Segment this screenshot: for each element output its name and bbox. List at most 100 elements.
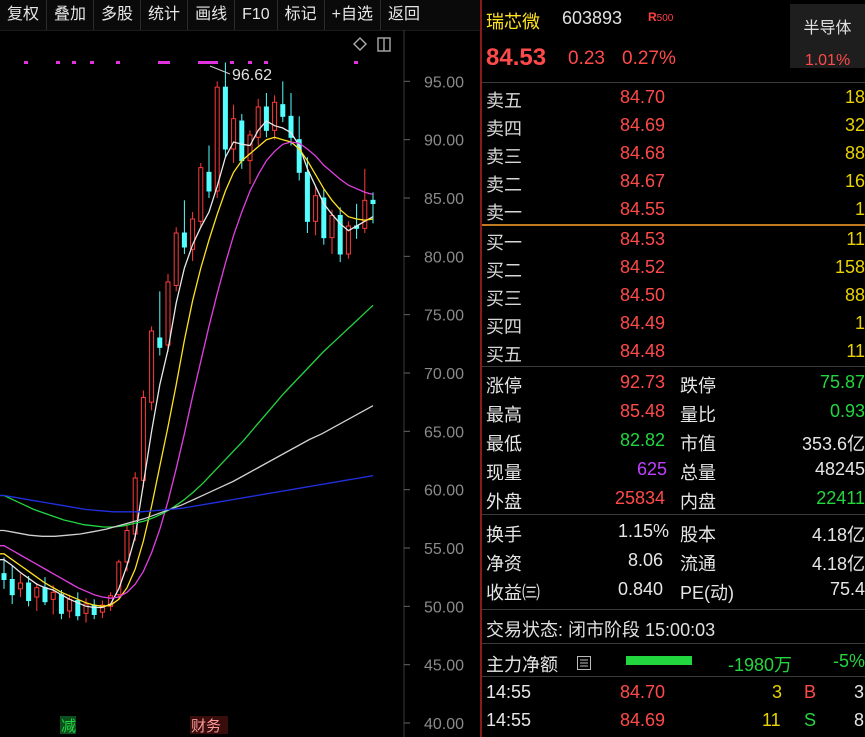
main-flow-pct: -5%	[832, 651, 865, 671]
ma-line	[0, 475, 374, 513]
toolbar-fuquan-button[interactable]: 复权	[0, 0, 48, 30]
stats-row: 净资 8.06 流通 4.18亿	[482, 546, 865, 575]
high-value: 85.48	[620, 401, 666, 421]
candle-up	[34, 587, 40, 598]
share-cap-label: 股本	[680, 525, 716, 545]
vol-ratio-label: 量比	[680, 405, 716, 425]
ask-row[interactable]: 卖一 84.55 1	[482, 196, 865, 224]
y-tick-label: 45.00	[424, 658, 464, 675]
tick-volume: 11	[762, 710, 781, 730]
turnover-label: 换手	[486, 525, 522, 545]
r-badge-letter: R	[648, 10, 657, 24]
ask-row[interactable]: 卖二 84.67 16	[482, 168, 865, 196]
stock-name[interactable]: 瑞芯微	[486, 8, 540, 34]
candle-up	[165, 281, 171, 346]
marker-dot	[116, 61, 120, 64]
bid-volume: 1	[854, 313, 865, 333]
candle-up	[67, 598, 73, 612]
event-badge-jian[interactable]: 减	[60, 716, 76, 735]
ask-volume: 1	[854, 199, 865, 219]
tick-price: 84.69	[620, 710, 666, 730]
marker-dot	[230, 61, 234, 64]
bid-volume: 11	[846, 341, 865, 361]
low-value: 82.82	[620, 430, 666, 450]
candle-down	[157, 337, 163, 348]
eps-value: 0.840	[618, 579, 664, 599]
y-tick-label: 70.00	[424, 366, 464, 383]
bid-row[interactable]: 买三 84.50 88	[482, 282, 865, 310]
last-price: 84.53	[486, 44, 547, 71]
candle-up	[50, 591, 56, 600]
y-tick-label: 65.00	[424, 424, 464, 441]
ma-line	[0, 304, 374, 528]
vol-ratio-value: 0.93	[829, 401, 865, 421]
eps-label: 收益㈢	[486, 583, 540, 603]
kline-chart[interactable]: 95.00 90.00 85.00 80.00 75.00 70.00 65.00 60.00…	[0, 30, 481, 737]
toolbar-multi-stock-button[interactable]: 多股	[94, 0, 142, 30]
ask-price: 84.55	[620, 199, 666, 219]
stats-row: 外盘 25834 内盘 22411	[482, 484, 865, 513]
float-value: 4.18亿	[811, 554, 865, 574]
toolbar-overlay-button[interactable]: 叠加	[47, 0, 95, 30]
trading-status-label: 交易状态:	[486, 620, 564, 640]
ask-volume: 18	[844, 87, 865, 107]
mkt-cap-value: 353.6亿	[801, 434, 865, 454]
bid-row[interactable]: 买二 84.52 158	[482, 254, 865, 282]
candle-up	[124, 530, 130, 563]
diamond-icon[interactable]	[353, 37, 367, 51]
bid-row[interactable]: 买五 84.48 11	[482, 338, 865, 366]
event-badge-cai[interactable]: 财务	[190, 716, 228, 735]
kline-svg[interactable]: 95.00 90.00 85.00 80.00 75.00 70.00 65.00 60.00…	[0, 30, 481, 737]
ask-label: 卖一	[486, 203, 522, 223]
mkt-cap-label: 市值	[680, 434, 716, 454]
float-label: 流通	[680, 554, 716, 574]
ask-label: 卖二	[486, 175, 522, 195]
toolbar-back-button[interactable]: 返回	[381, 0, 427, 30]
main-flow-row[interactable]: 主力净额 -1980万 -5%	[482, 645, 865, 675]
ask-row[interactable]: 卖三 84.68 88	[482, 140, 865, 168]
badge-jian-text: 减	[61, 717, 76, 735]
marker-dot	[158, 61, 170, 64]
stats-row: 现量 625 总量 48245	[482, 455, 865, 484]
ma-line	[0, 120, 374, 609]
toolbar-draw-line-button[interactable]: 画线	[188, 0, 236, 30]
price-change: 0.23	[568, 48, 605, 69]
bid-row[interactable]: 买一 84.53 11	[482, 226, 865, 254]
bid-label: 买五	[486, 345, 522, 365]
stats-row: 最低 82.82 市值 353.6亿	[482, 426, 865, 455]
candle-up	[140, 397, 146, 481]
marker-dot	[72, 61, 76, 64]
window-icon[interactable]	[377, 37, 391, 52]
stats-row: 换手 1.15% 股本 4.18亿	[482, 517, 865, 546]
ask-row[interactable]: 卖四 84.69 32	[482, 112, 865, 140]
separator	[482, 514, 865, 515]
y-tick-label: 75.00	[424, 308, 464, 325]
ask-row[interactable]: 卖五 84.70 18	[482, 84, 865, 112]
chart-toolbar: 复权 叠加 多股 统计 画线 F10 标记 +自选 返回	[0, 0, 480, 31]
ma-lines-layer	[0, 120, 374, 609]
ask-price: 84.67	[620, 171, 666, 191]
ask-label: 卖四	[486, 119, 522, 139]
candle-up	[362, 199, 368, 229]
toolbar-add-watchlist-button[interactable]: +自选	[325, 0, 382, 30]
list-icon[interactable]	[577, 654, 591, 670]
candle-down	[304, 171, 310, 222]
price-axis: 95.00 90.00 85.00 80.00 75.00 70.00 65.00 60.00…	[403, 30, 464, 737]
candle-down	[222, 86, 228, 150]
toolbar-mark-button[interactable]: 标记	[278, 0, 325, 30]
sector-button[interactable]: 半导体 1.01%	[790, 4, 865, 69]
quote-panel: 瑞芯微 603893 R500 半导体 1.01% 84.53 0.23 0.2…	[482, 0, 865, 737]
bid-price: 84.48	[620, 341, 666, 361]
candle-down	[206, 171, 212, 192]
nav-value: 8.06	[628, 550, 664, 570]
candle-down	[9, 579, 15, 596]
candle-up	[329, 215, 335, 239]
toolbar-stats-button[interactable]: 统计	[141, 0, 189, 30]
candle-down	[181, 232, 187, 248]
y-tick-label: 40.00	[424, 716, 464, 733]
limit-up-label: 涨停	[486, 376, 522, 396]
marker-dot	[24, 61, 28, 64]
bid-row[interactable]: 买四 84.49 1	[482, 310, 865, 338]
toolbar-f10-button[interactable]: F10	[235, 0, 278, 30]
y-tick-label: 60.00	[424, 483, 464, 500]
